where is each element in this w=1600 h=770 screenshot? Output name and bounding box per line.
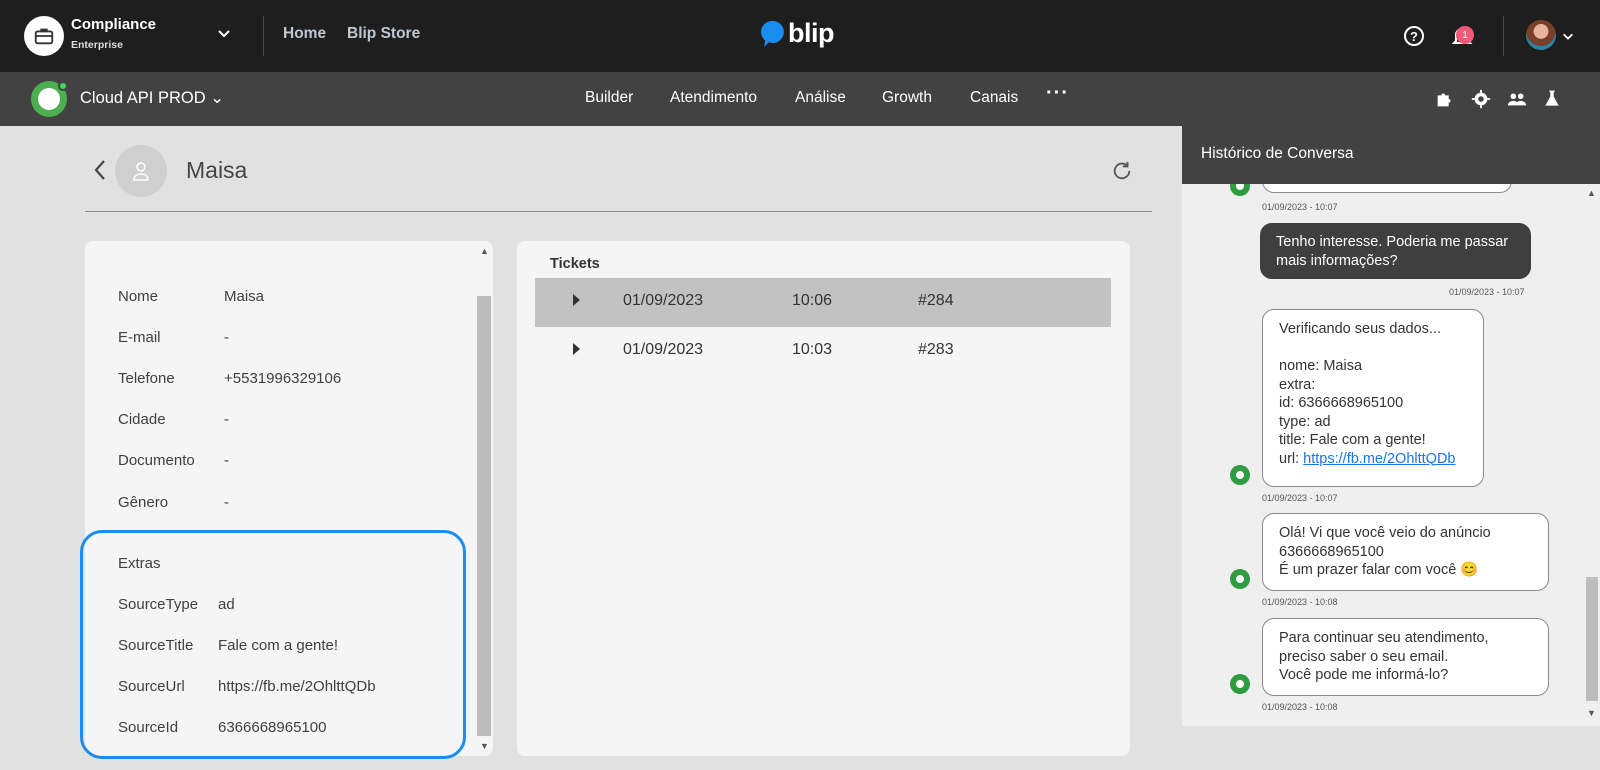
field-value: https://fb.me/2OhlttQDb — [218, 678, 376, 695]
message-bubble: Olá! Vi que você veio do anúncio 6366668… — [1262, 513, 1549, 591]
gear-icon[interactable] — [1470, 88, 1492, 110]
field-label: Nome — [118, 288, 159, 305]
user-icon — [133, 162, 149, 181]
conversation-history-panel: 01/09/2023 - 10:07 Tenho interesse. Pode… — [1182, 126, 1600, 726]
field-value: 6366668965100 — [218, 719, 327, 736]
speech-bubble-icon — [761, 20, 784, 47]
bot-avatar-icon — [1230, 674, 1250, 694]
nav-analise[interactable]: Análise — [795, 89, 846, 107]
bot-selector[interactable]: Cloud API PROD ⌄ — [80, 88, 224, 108]
ticket-time: 10:06 — [792, 292, 833, 309]
user-avatar[interactable] — [1526, 20, 1556, 50]
field-label: SourceUrl — [118, 678, 185, 695]
more-menu-icon[interactable]: ··· — [1046, 82, 1069, 105]
org-name[interactable]: Compliance — [71, 16, 156, 33]
bot-avatar-icon — [1230, 569, 1250, 589]
extras-title: Extras — [118, 555, 161, 572]
nav-atendimento[interactable]: Atendimento — [670, 89, 757, 107]
message-text: Verificando seus dados... nome: Maisa ex… — [1279, 321, 1442, 467]
ticket-id: #283 — [918, 341, 954, 358]
field-label: Gênero — [118, 494, 169, 511]
top-bar: Compliance Enterprise Home Blip Store bl… — [0, 0, 1600, 72]
org-plan: Enterprise — [71, 39, 123, 51]
divider — [263, 16, 264, 56]
field-value: Maisa — [224, 288, 265, 305]
scroll-up-icon[interactable]: ▲ — [1587, 188, 1596, 198]
divider — [1503, 16, 1504, 56]
bot-avatar-icon — [1230, 465, 1250, 485]
field-value: ad — [218, 596, 235, 613]
blip-store-link[interactable]: Blip Store — [347, 25, 420, 43]
help-icon[interactable]: ? — [1402, 24, 1426, 48]
ticket-date: 01/09/2023 — [623, 341, 704, 358]
message-time: 01/09/2023 - 10:07 — [1449, 287, 1525, 297]
field-label: SourceId — [118, 719, 179, 736]
team-icon[interactable] — [1506, 88, 1528, 110]
ticket-date: 01/09/2023 — [623, 292, 704, 309]
field-value: - — [224, 452, 229, 469]
nav-builder[interactable]: Builder — [585, 89, 633, 107]
message-time: 01/09/2023 - 10:07 — [1262, 493, 1338, 503]
field-label: Telefone — [118, 370, 175, 387]
notification-badge: 1 — [1456, 26, 1474, 44]
field-label: Cidade — [118, 411, 166, 428]
tickets-title: Tickets — [550, 256, 600, 272]
ticket-row[interactable]: 01/09/2023 10:06 #284 — [535, 278, 1111, 327]
scroll-up-icon[interactable]: ▲ — [480, 246, 489, 256]
briefcase-icon[interactable] — [24, 16, 64, 56]
bot-name: Cloud API PROD — [80, 89, 206, 107]
history-scrollbar[interactable] — [1586, 577, 1598, 701]
nav-growth[interactable]: Growth — [882, 89, 932, 107]
nav-canais[interactable]: Canais — [970, 89, 1018, 107]
back-icon[interactable] — [92, 158, 108, 182]
ticket-row[interactable]: 01/09/2023 10:03 #283 — [535, 327, 1111, 376]
refresh-icon[interactable] — [1111, 160, 1133, 182]
field-value: - — [224, 329, 229, 346]
bot-bar: Cloud API PROD ⌄ Builder Atendimento Aná… — [0, 72, 1600, 126]
field-label: E-mail — [118, 329, 161, 346]
message-time: 01/09/2023 - 10:07 — [1262, 202, 1338, 212]
expand-icon[interactable] — [573, 343, 580, 355]
field-label: Documento — [118, 452, 195, 469]
flask-icon[interactable] — [1542, 88, 1562, 110]
online-indicator — [58, 81, 68, 91]
brand-text: blip — [788, 18, 835, 48]
ticket-id: #284 — [918, 292, 954, 309]
contact-name: Maisa — [186, 157, 248, 183]
puzzle-icon[interactable] — [1434, 88, 1456, 110]
field-value: Fale com a gente! — [218, 637, 339, 654]
field-value: +5531996329106 — [224, 370, 342, 387]
history-header: Histórico de Conversa — [1182, 126, 1600, 184]
field-value: - — [224, 494, 229, 511]
history-title: Histórico de Conversa — [1201, 145, 1354, 162]
svg-text:?: ? — [1410, 29, 1418, 44]
field-value: - — [224, 411, 229, 428]
message-bubble-user: Tenho interesse. Poderia me passar mais … — [1260, 223, 1531, 279]
message-link[interactable]: https://fb.me/2OhlttQDb — [1303, 451, 1455, 467]
header-divider — [85, 211, 1152, 212]
scroll-down-icon[interactable]: ▼ — [1587, 708, 1596, 718]
message-bubble: Para continuar seu atendimento, preciso … — [1262, 618, 1549, 696]
chevron-down-icon[interactable] — [1561, 29, 1575, 43]
message-bubble: Verificando seus dados... nome: Maisa ex… — [1262, 309, 1484, 487]
message-time: 01/09/2023 - 10:08 — [1262, 702, 1338, 712]
chevron-down-icon: ⌄ — [210, 89, 225, 107]
chevron-down-icon[interactable] — [216, 25, 232, 41]
blip-logo: blip — [760, 18, 835, 49]
field-label: SourceTitle — [118, 637, 194, 654]
field-label: SourceType — [118, 596, 199, 613]
message-time: 01/09/2023 - 10:08 — [1262, 597, 1338, 607]
home-link[interactable]: Home — [283, 25, 326, 43]
scroll-down-icon[interactable]: ▼ — [480, 741, 489, 751]
scrollbar[interactable] — [477, 296, 491, 736]
ticket-time: 10:03 — [792, 341, 833, 358]
contact-avatar — [115, 145, 167, 197]
expand-icon[interactable] — [573, 294, 580, 306]
